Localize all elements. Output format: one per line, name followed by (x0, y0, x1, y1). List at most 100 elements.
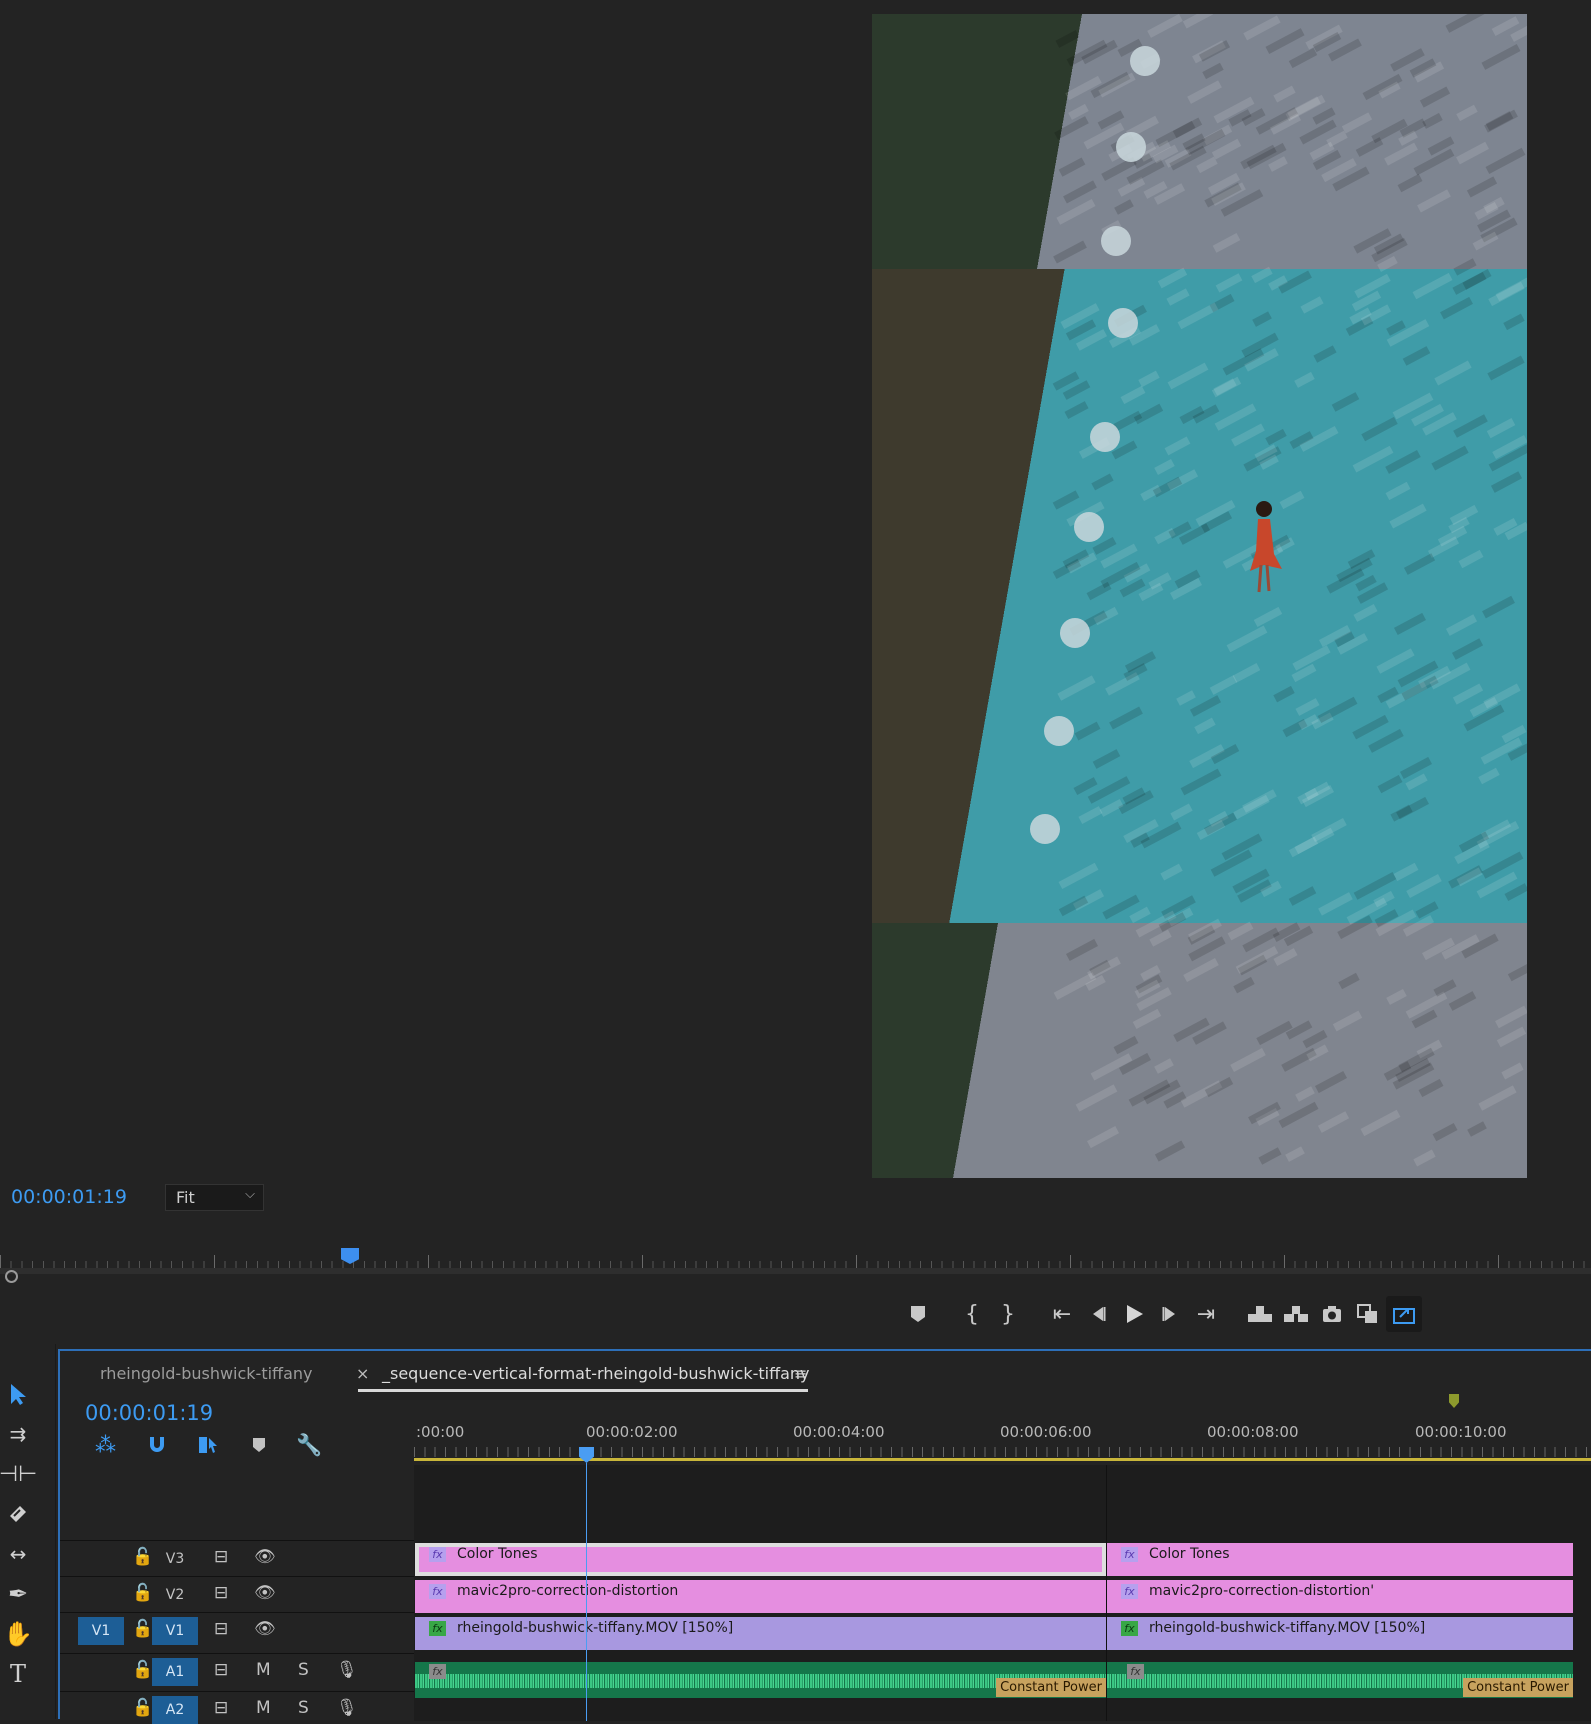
mark-in-button[interactable]: { (954, 1296, 990, 1332)
lock-icon[interactable]: 🔓 (132, 1660, 153, 1680)
sync-lock-icon[interactable]: ⊟ (214, 1660, 228, 1680)
microphone-icon[interactable]: 🎙 (336, 1660, 358, 1680)
fx-badge-icon[interactable]: fx (429, 1664, 446, 1679)
step-forward-button[interactable] (1152, 1296, 1188, 1332)
lift-button[interactable] (1242, 1296, 1278, 1332)
audio-transition-constant-power[interactable]: Constant Power (996, 1678, 1106, 1697)
paver-tile (1066, 939, 1098, 962)
fx-badge-icon[interactable]: fx (1121, 1584, 1138, 1599)
frame-disc (1101, 226, 1131, 256)
eye-icon[interactable]: 👁 (254, 1583, 276, 1603)
audio-transition-constant-power[interactable]: Constant Power (1463, 1678, 1573, 1697)
paver-tile (1451, 638, 1484, 661)
lock-icon[interactable]: 🔓 (132, 1619, 153, 1639)
fx-badge-icon[interactable]: fx (1121, 1621, 1138, 1636)
play-button[interactable] (1116, 1296, 1152, 1332)
add-marker-button-timeline[interactable] (233, 1431, 284, 1459)
timeline-playhead[interactable] (586, 1463, 587, 1721)
mute-button[interactable]: M (256, 1698, 271, 1718)
paver-tile (1496, 1026, 1526, 1048)
comparison-view-button[interactable] (1350, 1296, 1386, 1332)
sync-lock-icon[interactable]: ⊟ (214, 1619, 228, 1639)
scroll-start-handle[interactable] (5, 1270, 18, 1283)
track-target-v1[interactable]: V1 (152, 1617, 198, 1645)
linked-selection-button[interactable] (182, 1431, 233, 1459)
clip-mavic2pro-correction-2[interactable]: fx mavic2pro-correction-distortion' (1107, 1580, 1573, 1613)
fx-badge-icon[interactable]: fx (1127, 1664, 1144, 1679)
fx-badge-icon[interactable]: fx (429, 1584, 446, 1599)
fx-badge-icon[interactable]: fx (1121, 1547, 1138, 1562)
paver-tile (1092, 749, 1121, 770)
paver-tile (1317, 1110, 1350, 1133)
export-button[interactable] (1386, 1296, 1422, 1332)
tab-rheingold-bushwick-tiffany[interactable]: rheingold-bushwick-tiffany (100, 1364, 312, 1383)
clip-rheingold-mov-2[interactable]: fx rheingold-bushwick-tiffany.MOV [150%] (1107, 1617, 1573, 1650)
clip-mavic2pro-correction-1[interactable]: fx mavic2pro-correction-distortion (415, 1580, 1106, 1613)
extract-button[interactable] (1278, 1296, 1314, 1332)
solo-button[interactable]: S (298, 1660, 309, 1680)
nest-sequence-button[interactable]: ⁂ (80, 1431, 131, 1459)
zoom-level-select[interactable]: Fit ⌵ (165, 1184, 264, 1211)
clip-color-tones-1[interactable]: fx Color Tones (415, 1543, 1106, 1576)
monitor-scroll-bar[interactable] (0, 1268, 1591, 1274)
paver-tile (1393, 863, 1418, 882)
step-back-button[interactable] (1080, 1296, 1116, 1332)
fx-badge-icon[interactable]: fx (429, 1621, 446, 1636)
go-to-out-button[interactable]: ⇥ (1188, 1296, 1224, 1332)
clip-rheingold-mov-1[interactable]: fx rheingold-bushwick-tiffany.MOV [150%] (415, 1617, 1106, 1650)
magnet-icon (149, 1437, 164, 1452)
paver-tile (1052, 490, 1080, 510)
edit-point[interactable] (1106, 1465, 1107, 1721)
track-target-v3[interactable]: V3 (152, 1545, 198, 1573)
paver-tile (1160, 863, 1183, 882)
track-target-a2[interactable]: A2 (152, 1696, 198, 1724)
sync-lock-icon[interactable]: ⊟ (214, 1698, 228, 1718)
lock-icon[interactable]: 🔓 (132, 1583, 153, 1603)
tab-close-icon[interactable]: × (356, 1364, 369, 1383)
track-select-tool[interactable]: ⇉ (2, 1418, 34, 1450)
solo-button[interactable]: S (298, 1698, 309, 1718)
mark-out-button[interactable]: } (990, 1296, 1026, 1332)
timeline-settings-button[interactable]: 🔧 (284, 1431, 335, 1459)
sequence-marker[interactable] (1449, 1394, 1459, 1408)
paver-tile (1058, 157, 1086, 178)
add-marker-button[interactable] (900, 1296, 936, 1332)
paver-tile (1510, 26, 1527, 43)
monitor-time-ruler[interactable] (0, 1246, 1591, 1274)
paver-tile (1332, 1010, 1362, 1032)
lock-icon[interactable]: 🔓 (132, 1547, 153, 1567)
eye-icon[interactable]: 👁 (254, 1547, 276, 1567)
program-monitor: 00:00:01:19 Fit ⌵ { } ⇤ ⇥ (0, 0, 1591, 1340)
tab-sequence-vertical-format[interactable]: _sequence-vertical-format-rheingold-bush… (382, 1364, 810, 1383)
slip-tool[interactable]: ↔ (2, 1538, 34, 1570)
timeline-timecode[interactable]: 00:00:01:19 (85, 1401, 213, 1425)
pen-tool[interactable]: ✒ (2, 1578, 34, 1610)
audio-clip-1[interactable]: fx Constant Power (415, 1662, 1106, 1698)
sync-lock-icon[interactable]: ⊟ (214, 1583, 228, 1603)
sync-lock-icon[interactable]: ⊟ (214, 1547, 228, 1567)
track-target-v2[interactable]: V2 (152, 1581, 198, 1609)
ripple-edit-tool[interactable]: ⊣⊢ (0, 1458, 37, 1490)
fx-badge-icon[interactable]: fx (429, 1547, 446, 1562)
microphone-icon[interactable]: 🎙 (336, 1698, 358, 1718)
eye-icon[interactable]: 👁 (254, 1619, 276, 1639)
export-frame-button[interactable] (1314, 1296, 1350, 1332)
go-to-in-button[interactable]: ⇤ (1044, 1296, 1080, 1332)
source-patch-v1[interactable]: V1 (78, 1617, 124, 1645)
selection-tool[interactable] (2, 1378, 34, 1410)
paver-tile (1481, 43, 1520, 70)
mute-button[interactable]: M (256, 1660, 271, 1680)
snap-button[interactable] (131, 1431, 182, 1459)
audio-clip-2[interactable]: fx Constant Power (1107, 1662, 1573, 1698)
video-frame[interactable] (872, 14, 1527, 1178)
razor-tool[interactable] (2, 1498, 34, 1530)
lock-icon[interactable]: 🔓 (132, 1698, 153, 1718)
type-tool[interactable]: T (2, 1658, 34, 1690)
panel-menu-icon[interactable]: ≡ (794, 1364, 807, 1383)
monitor-timecode[interactable]: 00:00:01:19 (11, 1186, 127, 1208)
track-target-a1[interactable]: A1 (152, 1658, 198, 1686)
clip-color-tones-2[interactable]: fx Color Tones (1107, 1543, 1573, 1576)
paver-tile (1182, 957, 1219, 982)
hand-tool[interactable]: ✋ (2, 1618, 34, 1650)
paver-tile (1232, 663, 1260, 683)
